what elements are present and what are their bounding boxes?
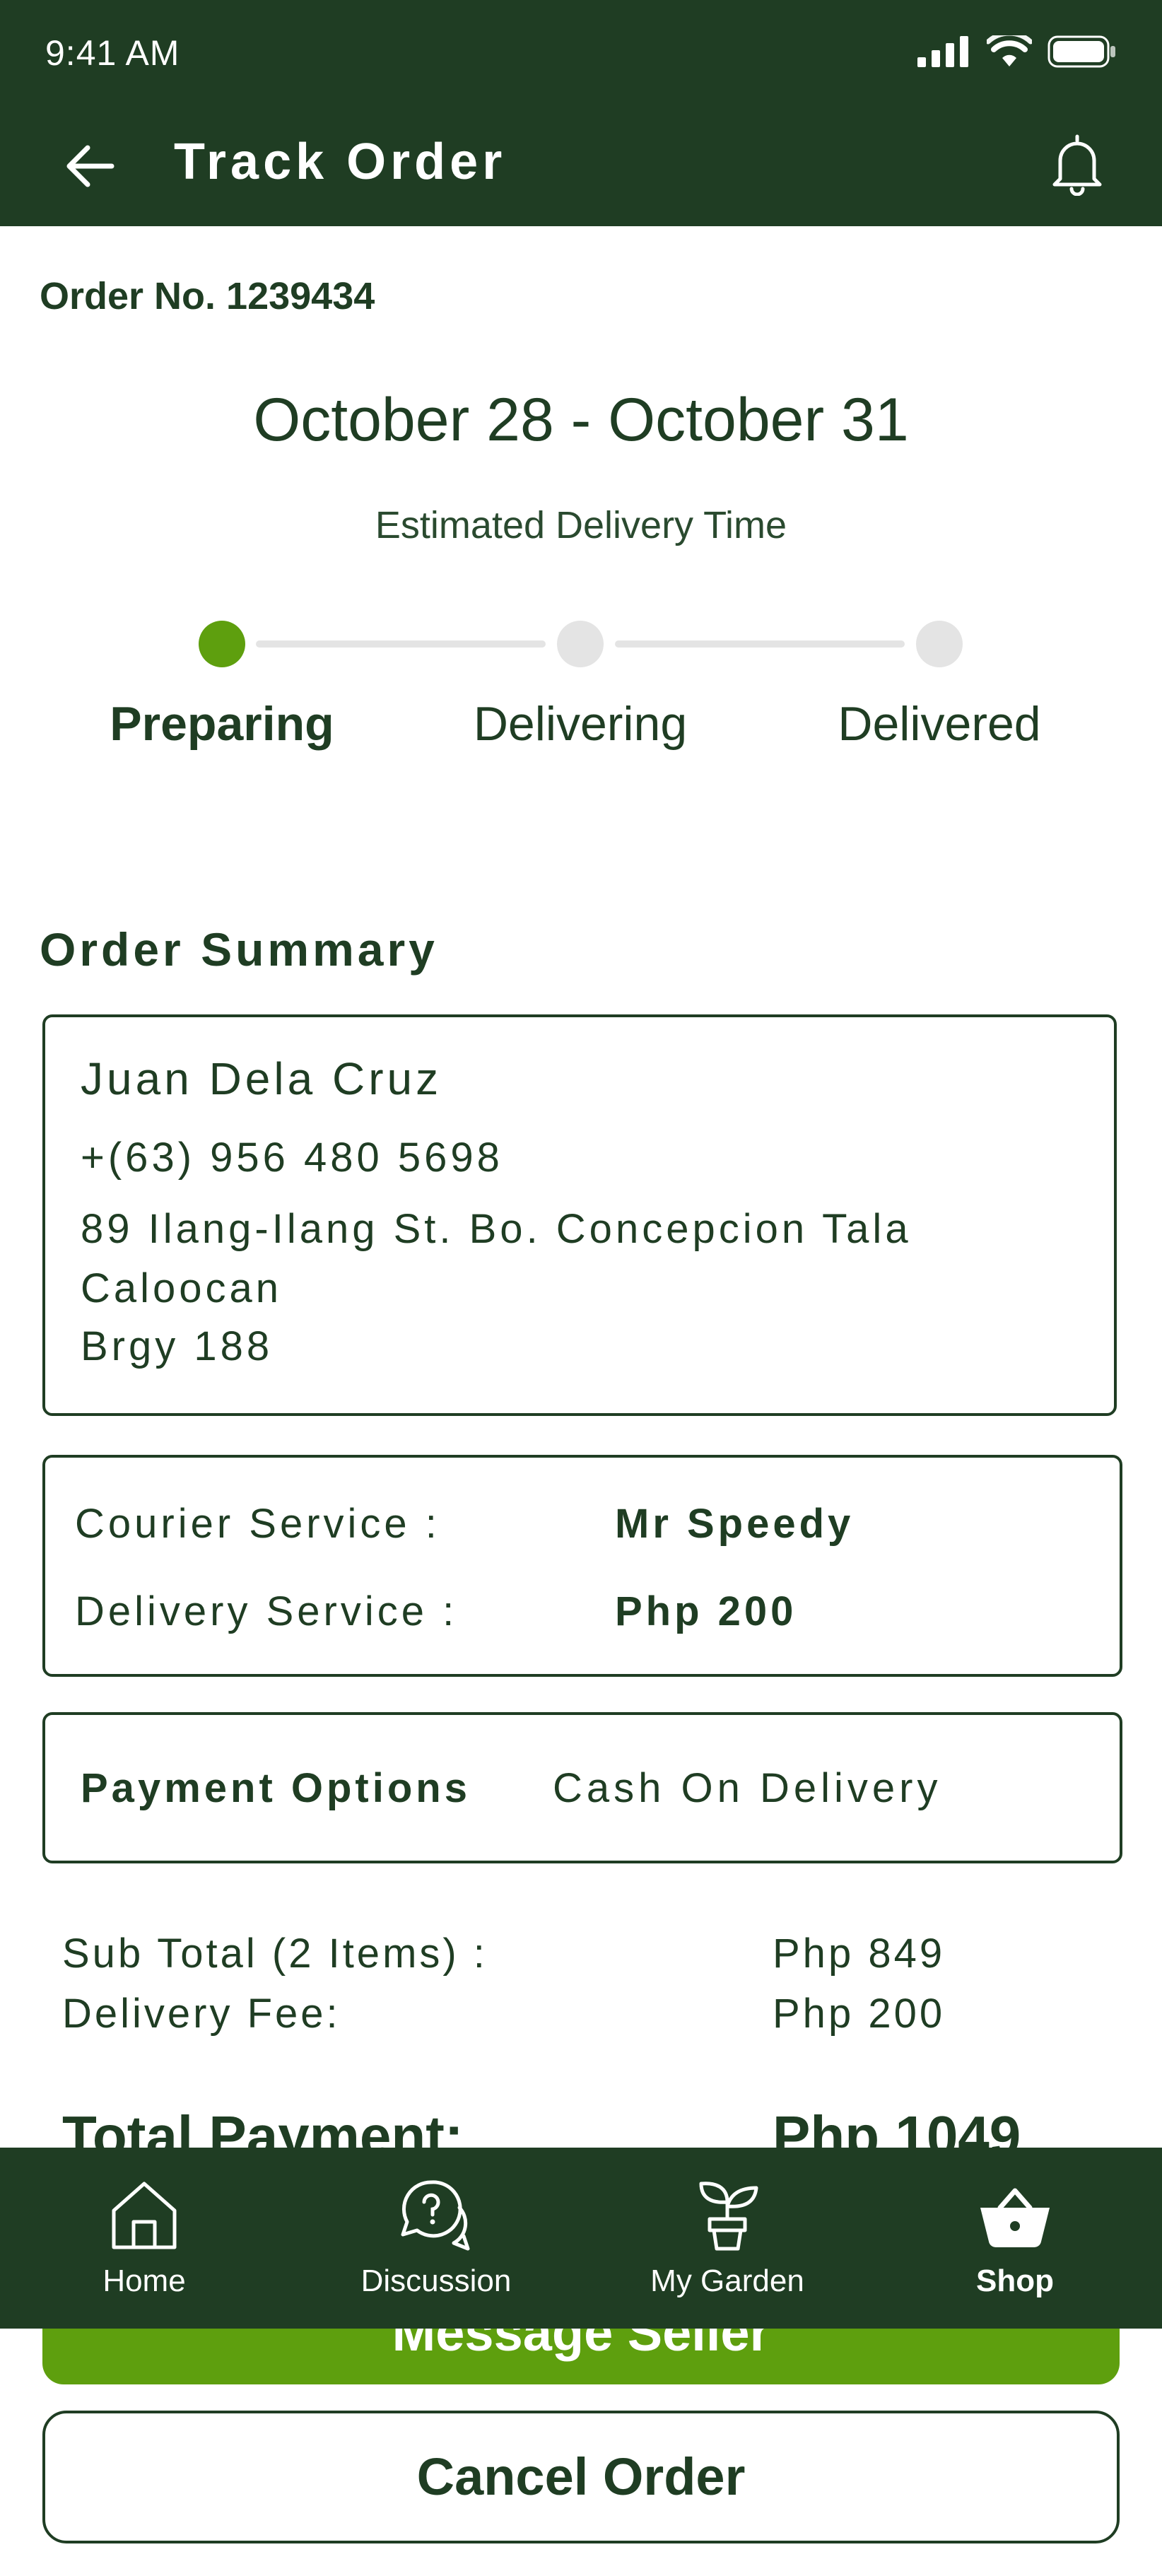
customer-name: Juan Dela Cruz	[81, 1053, 442, 1104]
nav-label-my-garden: My Garden	[650, 2264, 804, 2298]
customer-phone: +(63) 956 480 5698	[81, 1135, 503, 1181]
payment-options-card[interactable]: Payment Options Cash On Delivery	[42, 1712, 1122, 1863]
bottom-navigation: Home Discussion My Garden Shop	[0, 2148, 1162, 2329]
status-icons	[917, 35, 1117, 68]
courier-service-label: Courier Service :	[75, 1501, 440, 1547]
arrow-left-icon	[66, 145, 115, 187]
basket-icon	[973, 2173, 1057, 2258]
address-card: Juan Dela Cruz +(63) 956 480 5698 89 Ila…	[42, 1014, 1117, 1416]
step-connector	[615, 640, 905, 648]
wifi-icon	[987, 35, 1032, 66]
courier-card: Courier Service : Mr Speedy Delivery Ser…	[42, 1455, 1122, 1677]
subtotal-value: Php 849	[773, 1931, 946, 1977]
nav-item-home[interactable]: Home	[38, 2148, 250, 2329]
payment-method-value: Cash On Delivery	[553, 1765, 942, 1811]
status-time: 9:41 AM	[45, 33, 180, 73]
chat-question-icon	[394, 2173, 479, 2258]
nav-label-discussion: Discussion	[360, 2264, 512, 2298]
step-dot-delivering	[557, 621, 604, 667]
bell-icon	[1052, 134, 1102, 196]
delivery-date-range: October 28 - October 31	[253, 386, 909, 454]
step-label-delivered: Delivered	[838, 697, 1041, 751]
nav-item-shop[interactable]: Shop	[909, 2148, 1121, 2329]
back-button[interactable]	[61, 138, 117, 194]
app-bar: Track Order	[0, 99, 1162, 226]
payment-options-label: Payment Options	[81, 1765, 471, 1811]
battery-icon	[1047, 35, 1115, 68]
nav-label-home: Home	[102, 2264, 186, 2298]
step-connector	[256, 640, 546, 648]
plant-pot-icon	[685, 2173, 770, 2258]
signal-icon	[917, 36, 968, 67]
order-number: Order No. 1239434	[40, 275, 375, 317]
progress-stepper	[0, 621, 1162, 670]
nav-label-shop: Shop	[976, 2264, 1054, 2298]
eta-label: Estimated Delivery Time	[375, 504, 787, 546]
notifications-button[interactable]	[1042, 129, 1113, 199]
nav-item-my-garden[interactable]: My Garden	[621, 2148, 833, 2329]
delivery-fee-value: Php 200	[773, 1991, 946, 2037]
nav-item-discussion[interactable]: Discussion	[330, 2148, 542, 2329]
step-label-delivering: Delivering	[473, 697, 688, 751]
delivery-fee-label: Delivery Fee:	[62, 1991, 341, 2037]
customer-barangay: Brgy 188	[81, 1323, 274, 1369]
step-dot-preparing	[199, 621, 245, 667]
page-title: Track Order	[174, 134, 507, 190]
cancel-order-button[interactable]: Cancel Order	[42, 2411, 1120, 2543]
subtotal-label: Sub Total (2 Items) :	[62, 1931, 488, 1977]
courier-service-value: Mr Speedy	[615, 1501, 855, 1547]
step-dot-delivered	[916, 621, 963, 667]
status-bar: 9:41 AM	[0, 0, 1162, 99]
delivery-service-label: Delivery Service :	[75, 1588, 458, 1634]
customer-address: 89 Ilang-Ilang St. Bo. Concepcion Tala C…	[81, 1206, 912, 1311]
delivery-service-value: Php 200	[615, 1588, 797, 1634]
step-label-preparing: Preparing	[110, 697, 334, 751]
home-icon	[102, 2173, 187, 2258]
order-summary-title: Order Summary	[40, 923, 438, 976]
